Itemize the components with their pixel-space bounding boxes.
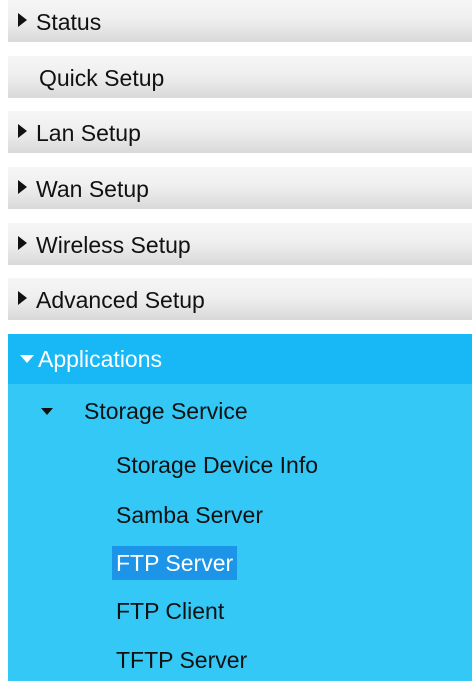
menu-item-advanced-setup[interactable]: Advanced Setup — [8, 278, 472, 322]
menu-item-label: Status — [36, 9, 102, 35]
triangle-right-icon — [18, 291, 27, 305]
submenu-item-tftp-server[interactable]: TFTP Server — [116, 643, 247, 677]
menu-item-label: Lan Setup — [36, 120, 141, 146]
sidebar-menu: Status Quick Setup Lan Setup Wan Setup W… — [8, 0, 472, 681]
triangle-right-icon — [18, 236, 27, 250]
menu-item-label: Wan Setup — [36, 176, 149, 202]
submenu-item-samba-server[interactable]: Samba Server — [116, 498, 263, 532]
triangle-down-icon — [41, 408, 53, 415]
menu-item-lan-setup[interactable]: Lan Setup — [8, 111, 472, 155]
menu-item-quick-setup[interactable]: Quick Setup — [8, 56, 472, 100]
triangle-right-icon — [18, 180, 27, 194]
menu-item-label: Wireless Setup — [36, 232, 191, 258]
applications-submenu: Applications Storage Service Storage Dev… — [8, 334, 472, 681]
submenu-item-ftp-server[interactable]: FTP Server — [112, 546, 238, 580]
submenu-item-ftp-client[interactable]: FTP Client — [116, 594, 224, 628]
menu-item-label: Quick Setup — [39, 65, 165, 91]
menu-item-label: Advanced Setup — [36, 287, 205, 313]
submenu-storage-service[interactable]: Storage Service — [8, 394, 472, 430]
triangle-right-icon — [18, 13, 27, 27]
menu-item-status[interactable]: Status — [8, 0, 472, 44]
menu-item-applications[interactable]: Applications — [8, 334, 472, 384]
menu-item-wireless-setup[interactable]: Wireless Setup — [8, 223, 472, 267]
triangle-down-icon — [20, 355, 34, 363]
submenu-label: Storage Service — [84, 398, 248, 424]
triangle-right-icon — [18, 124, 27, 138]
menu-item-label: Applications — [38, 346, 163, 372]
menu-item-wan-setup[interactable]: Wan Setup — [8, 167, 472, 211]
submenu-item-storage-device-info[interactable]: Storage Device Info — [116, 448, 318, 482]
